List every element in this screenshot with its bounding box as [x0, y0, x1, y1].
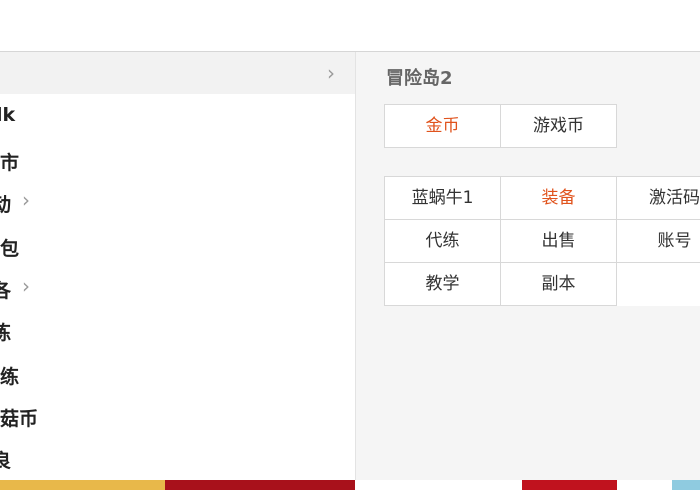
menu-item-label: 练 [0, 322, 12, 344]
menu-item[interactable]: 动 › [0, 180, 355, 222]
category-link[interactable]: 蓝蜗牛1 [385, 177, 501, 220]
menu-item-label: 菇币 [0, 408, 39, 430]
category-link[interactable]: 装备 [501, 177, 617, 220]
menu-item[interactable]: 良 [0, 436, 355, 478]
category-menu: › lk 市 动 › 包 各 › 练 练 菇币 良 [0, 52, 356, 480]
currency-tabs: 金币 游戏币 [384, 104, 617, 148]
currency-tab-gold[interactable]: 金币 [385, 105, 501, 148]
promo-banner-strip [0, 480, 700, 490]
menu-item-active[interactable]: › [0, 52, 355, 94]
chevron-right-icon: › [22, 188, 30, 212]
category-link[interactable]: 出售 [501, 220, 617, 263]
category-link[interactable]: 激活码 [617, 177, 700, 220]
currency-tab-game-coin[interactable]: 游戏币 [501, 105, 617, 148]
menu-item-label: 包 [0, 238, 20, 260]
menu-item[interactable]: 练 [0, 352, 355, 394]
category-grid: 蓝蜗牛1 装备 激活码 代练 出售 账号 教学 副本 [384, 176, 700, 306]
menu-item-label: 良 [0, 450, 12, 472]
menu-item-label: lk [0, 104, 16, 126]
category-link[interactable]: 代练 [385, 220, 501, 263]
menu-item-label: 动 [0, 194, 12, 216]
menu-item[interactable]: 练 [0, 308, 355, 350]
menu-item[interactable]: lk [0, 94, 355, 136]
menu-item[interactable]: 各 › [0, 266, 355, 308]
game-title: 冒险岛2 [386, 68, 453, 89]
menu-item[interactable]: 包 [0, 224, 355, 266]
menu-item[interactable]: 菇币 [0, 394, 355, 436]
category-link[interactable]: 账号 [617, 220, 700, 263]
menu-item[interactable]: 市 [0, 138, 355, 180]
submenu-flyout: 冒险岛2 金币 游戏币 蓝蜗牛1 装备 激活码 代练 出售 账号 教学 副本 [356, 52, 700, 480]
category-link[interactable]: 副本 [501, 263, 617, 306]
banner-segment [672, 480, 700, 490]
category-link[interactable]: 教学 [385, 263, 501, 306]
chevron-right-icon: › [327, 61, 335, 85]
chevron-right-icon: › [22, 274, 30, 298]
menu-item-label: 各 [0, 280, 12, 302]
banner-segment [522, 480, 617, 490]
menu-item-label: 练 [0, 366, 20, 388]
menu-item-label: 市 [0, 152, 20, 174]
banner-segment [165, 480, 355, 490]
banner-segment [0, 480, 165, 490]
